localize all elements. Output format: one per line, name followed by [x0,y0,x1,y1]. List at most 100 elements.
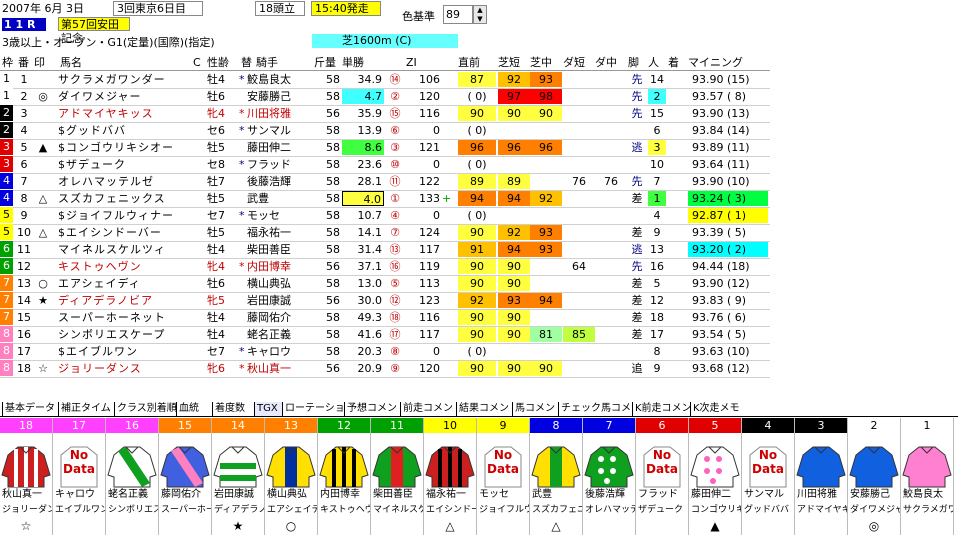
table-row[interactable]: 2 3 アドマイヤキッス 牝4 * 川田将雅 56 35.9 ⑮ 116 90 90 90 先 15 93.9… [0,105,770,122]
table-row[interactable]: 4 8 △ スズカフェニックス 牡5 武豊 58 4.0 ① 133 +94 94 92 差 1 93.24 … [0,190,770,207]
waku-number: 5 [0,224,13,240]
dirt-mid-score [595,89,627,104]
shiba-short-score: 92 [498,72,530,87]
table-row[interactable]: 6 12 キストゥヘヴン 牝4 * 内田博幸 56 37.1 ⑯ 119 90 90 64 先 16 94.4… [0,258,770,275]
waku-number: 7 [0,292,13,308]
zi-index: 121 [419,141,440,154]
tab-7[interactable]: 予想コメント [344,402,407,416]
column-header-15[interactable]: ダ中 [595,56,627,70]
table-row[interactable]: 1 1 サクラメガワンダー 牡4 * 鮫島良太 58 34.9 ⑭ 106 87 92 93 先 14 93.… [0,71,770,88]
tab-1[interactable]: 補正タイム [58,402,114,416]
shiba-mid-score [530,259,562,274]
silk-card[interactable]: 8 武豊 スズカフェニ △ [530,418,583,535]
silk-card[interactable]: 6 No Data フラッド ザデューク [636,418,689,535]
column-header-4[interactable]: C [193,56,207,70]
silk-card[interactable]: 10 福永祐一 エイシンドー △ [424,418,477,535]
silk-horse-name: キストゥヘヴ [320,505,370,515]
silk-card[interactable]: 11 柴田善臣 マイネルスケ [371,418,424,535]
column-header-6[interactable]: 替 [241,56,255,70]
table-row[interactable]: 8 17 $エイブルワン セ7 * キャロウ 58 20.3 ⑧ 0 ( 0) 8 93.63 (10) [0,343,770,360]
jockey-swap [239,293,247,308]
column-header-5[interactable]: 性齢 [207,56,241,70]
table-row[interactable]: 3 5 ▲ $コンゴウリキシオー 牡5 藤田伸二 58 8.6 ③ 121 96 96 96 逃 3 93.8… [0,139,770,156]
weight: 58 [326,243,340,256]
table-row[interactable]: 5 9 $ジョイフルウィナー セ7 * モッセ 58 10.7 ④ 0 ( 0) 4 92.87 ( 1… [0,207,770,224]
table-row[interactable]: 1 2 ◎ ダイワメジャー 牡6 安藤勝己 58 4.7 ② 120( 0) 97 98 先 2 93.57… [0,88,770,105]
horse-number: 1 [20,73,28,86]
jockey-name: 柴田善臣 [247,243,291,256]
color-base-input[interactable]: 89 [443,5,473,24]
sex-age: 牡5 [207,226,225,239]
column-header-8[interactable]: 斤量 [314,56,342,70]
column-header-3[interactable]: 馬名 [60,56,190,70]
column-header-13[interactable]: 芝中 [530,56,562,70]
silk-card[interactable]: 2 安藤勝己 ダイワメジャ ◎ [848,418,901,535]
silk-number: 3 [795,418,847,433]
silk-card[interactable]: 15 藤岡佑介 スーパーホー [159,418,212,535]
chokuzen-score: 89 [458,174,496,189]
silk-card[interactable]: 13 横山典弘 エアシェイデ ○ [265,418,318,535]
table-row[interactable]: 7 14 ★ ディアデラノビア 牝5 岩田康誠 56 30.0 ⑫ 123 92 93 94 差 12 93.… [0,292,770,309]
silk-card[interactable]: 12 内田博幸 キストゥヘヴ [318,418,371,535]
tab-6[interactable]: ローテーション [282,402,355,416]
tab-13[interactable]: K次走メモ [690,402,746,416]
column-header-2[interactable]: 印 [34,56,58,70]
silk-card[interactable]: 18 秋山真一ジョリーダンス ☆ [0,418,53,535]
silk-card[interactable]: 7 後藤浩輝 オレハマッテ [583,418,636,535]
finish-position [668,191,686,206]
shiba-short-score [498,344,530,359]
horse-name: シンボリエスケープ [58,328,166,341]
mining-index: 94.44 (18) [692,260,750,273]
jockey-name: 横山典弘 [247,277,291,290]
tab-8[interactable]: 前走コメント [400,402,463,416]
jockey-swap [239,242,247,257]
horse-number: 4 [20,124,28,137]
mining-index: 93.57 ( 8) [692,90,747,103]
tab-11[interactable]: チェック馬コメント [558,402,651,416]
mining-index: 93.76 ( 6) [692,311,747,324]
prediction-mark: ☆ [38,362,48,375]
silk-card[interactable]: 4 No Data サンマル グッドババ [742,418,795,535]
tab-2[interactable]: クラス別着順 [114,402,177,416]
silk-card[interactable]: 14 岩田康誠 ディアデラノ ★ [212,418,265,535]
table-row[interactable]: 4 7 オレハマッテルゼ 牡7 後藤浩輝 58 28.1 ⑪ 122 89 89 76 76 先 7 93.9… [0,173,770,190]
tab-12[interactable]: K前走コメント [632,402,702,416]
table-row[interactable]: 2 4 $グッドババ セ6 * サンマル 58 13.9 ⑥ 0 ( 0) 6 93.84 (14) [0,122,770,139]
silk-card[interactable]: 5 藤田伸二 コンゴウリキ ▲ [689,418,742,535]
weight: 58 [326,328,340,341]
jockey-name: 藤田伸二 [247,141,291,154]
tab-10[interactable]: 馬コメント [512,402,565,416]
chokuzen-score: 90 [458,259,496,274]
column-header-18[interactable]: 着 [668,56,688,70]
tab-4[interactable]: 着度数 [212,402,254,416]
silk-card[interactable]: 17 No Data キャロウ エイブルワン [53,418,106,535]
silk-card[interactable]: 1 鮫島良太 サクラメガワ [901,418,954,535]
tab-5[interactable]: TGX [254,402,282,416]
silk-card[interactable]: 9 No Data モッセ ジョイフルウ [477,418,530,535]
silk-card[interactable]: 16 蛯名正義 シンボリエス [106,418,159,535]
column-header-16[interactable]: 脚 [628,56,648,70]
tab-3[interactable]: 血統 [176,402,212,416]
silk-card[interactable]: 3 川田将雅 アドマイヤキ [795,418,848,535]
table-row[interactable]: 8 16 シンボリエスケープ 牡4 蛯名正義 58 41.6 ⑰ 117 90 90 81 85 差 17 9… [0,326,770,343]
table-row[interactable]: 5 10 △ $エイシンドーバー 牡5 福永祐一 58 14.1 ⑦ 124 90 92 93 差 9 93.… [0,224,770,241]
column-header-19[interactable]: マイニング [688,56,768,70]
table-row[interactable]: 6 11 マイネルスケルツィ 牡4 柴田善臣 58 31.4 ⑬ 117 91 94 93 逃 13 93.… [0,241,770,258]
column-header-1[interactable]: 番 [18,56,34,70]
table-row[interactable]: 3 6 $ザデューク セ8 * フラッド 58 23.6 ⑩ 0 ( 0) 10 93.64 (11) [0,156,770,173]
column-header-17[interactable]: 人 [648,56,668,70]
table-row[interactable]: 7 13 ○ エアシェイディ 牡6 横山典弘 58 13.0 ⑤ 113 90 90 差 5 93.90 (… [0,275,770,292]
column-header-14[interactable]: ダ短 [563,56,595,70]
column-header-7[interactable]: 騎手 [256,56,314,70]
color-base-spinner[interactable]: ▲ ▼ [473,5,487,24]
tab-0[interactable]: 基本データ [2,402,58,416]
column-header-9[interactable]: 単勝 [342,56,404,70]
tab-9[interactable]: 結果コメント [456,402,519,416]
horse-number: 13 [17,277,31,290]
column-header-12[interactable]: 芝短 [498,56,530,70]
column-header-0[interactable]: 枠 [2,56,18,70]
column-header-11[interactable]: 直前 [458,56,496,70]
column-header-10[interactable]: ZI [406,56,456,70]
table-row[interactable]: 8 18 ☆ ジョリーダンス 牝6 * 秋山真一 56 20.9 ⑨ 120 90 90 90 追 9 93.6… [0,360,770,377]
table-row[interactable]: 7 15 スーパーホーネット 牡4 藤岡佑介 58 49.3 ⑱ 116 90 90 差 18 93.76… [0,309,770,326]
